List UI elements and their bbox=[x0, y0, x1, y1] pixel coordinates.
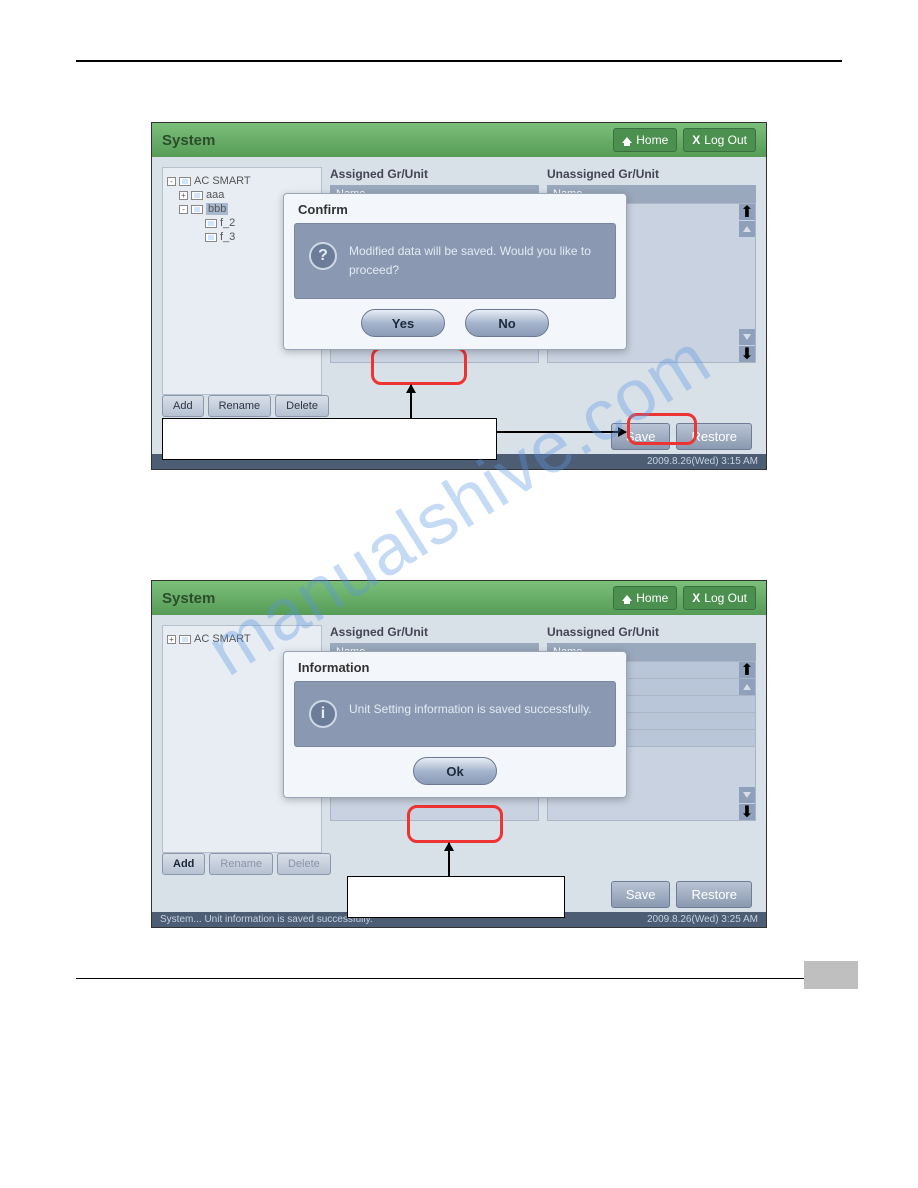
tree-node-bbb[interactable]: bbb bbox=[206, 203, 228, 215]
screenshot-information: System Home X Log Out + AC SMART Assigned … bbox=[151, 580, 767, 928]
home-label: Home bbox=[636, 591, 668, 605]
scroll-bottom-icon[interactable]: ⬇ bbox=[739, 804, 755, 820]
logout-label: Log Out bbox=[704, 133, 747, 147]
expand-icon[interactable]: + bbox=[167, 635, 176, 644]
scroll-down-icon[interactable] bbox=[739, 787, 755, 803]
home-icon bbox=[622, 595, 632, 601]
device-icon bbox=[205, 219, 217, 228]
callout-box bbox=[347, 876, 565, 918]
unassigned-heading: Unassigned Gr/Unit bbox=[547, 167, 756, 181]
dialog-title: Information bbox=[284, 652, 626, 681]
tree-root[interactable]: AC SMART bbox=[194, 175, 251, 187]
logout-button[interactable]: X Log Out bbox=[683, 128, 756, 152]
scroll-up-icon[interactable] bbox=[739, 221, 755, 237]
device-icon bbox=[191, 191, 203, 200]
expand-icon[interactable]: + bbox=[179, 191, 188, 200]
home-icon bbox=[622, 137, 632, 143]
ok-button[interactable]: Ok bbox=[413, 757, 497, 785]
delete-button[interactable]: Delete bbox=[277, 853, 331, 875]
scroll-up-icon[interactable] bbox=[739, 679, 755, 695]
dialog-message: Modified data will be saved. Would you l… bbox=[349, 242, 601, 280]
home-button[interactable]: Home bbox=[613, 128, 677, 152]
information-dialog: Information i Unit Setting information i… bbox=[283, 651, 627, 798]
arrow-right-icon bbox=[496, 431, 626, 433]
dialog-message: Unit Setting information is saved succes… bbox=[349, 700, 592, 719]
add-button[interactable]: Add bbox=[162, 853, 205, 875]
home-label: Home bbox=[636, 133, 668, 147]
device-icon bbox=[205, 233, 217, 242]
logout-label: Log Out bbox=[704, 591, 747, 605]
scroll-top-icon[interactable]: ⬆ bbox=[739, 662, 755, 678]
collapse-icon[interactable]: - bbox=[179, 205, 188, 214]
home-button[interactable]: Home bbox=[613, 586, 677, 610]
tree-node-aaa[interactable]: aaa bbox=[206, 189, 224, 201]
unassigned-heading: Unassigned Gr/Unit bbox=[547, 625, 756, 639]
window-header: System Home X Log Out bbox=[152, 123, 766, 157]
window-header: System Home X Log Out bbox=[152, 581, 766, 615]
collapse-icon[interactable]: - bbox=[167, 177, 176, 186]
device-icon bbox=[179, 177, 191, 186]
device-icon bbox=[179, 635, 191, 644]
status-message: System... Unit information is saved succ… bbox=[160, 914, 373, 925]
scroll-top-icon[interactable]: ⬆ bbox=[739, 204, 755, 220]
close-icon: X bbox=[692, 591, 700, 605]
tree-node-f2[interactable]: f_2 bbox=[220, 217, 235, 229]
tree-root[interactable]: AC SMART bbox=[194, 633, 251, 645]
save-button[interactable]: Save bbox=[611, 881, 671, 908]
assigned-heading: Assigned Gr/Unit bbox=[330, 625, 539, 639]
no-button[interactable]: No bbox=[465, 309, 549, 337]
callout-box-left bbox=[162, 418, 497, 460]
dialog-title: Confirm bbox=[284, 194, 626, 223]
screenshot-confirm: System Home X Log Out - AC SMART + aaa - bbb… bbox=[151, 122, 767, 470]
status-time: 2009.8.26(Wed) 3:25 AM bbox=[647, 914, 758, 925]
status-time: 2009.8.26(Wed) 3:15 AM bbox=[647, 456, 758, 467]
page-title: System bbox=[162, 132, 607, 149]
tree-node-f3[interactable]: f_3 bbox=[220, 231, 235, 243]
delete-button[interactable]: Delete bbox=[275, 395, 329, 417]
rename-button[interactable]: Rename bbox=[209, 853, 273, 875]
logout-button[interactable]: X Log Out bbox=[683, 586, 756, 610]
arrow-up-icon bbox=[448, 843, 450, 877]
yes-button[interactable]: Yes bbox=[361, 309, 445, 337]
info-icon: i bbox=[309, 700, 337, 728]
question-icon: ? bbox=[309, 242, 337, 270]
restore-button[interactable]: Restore bbox=[676, 423, 752, 450]
close-icon: X bbox=[692, 133, 700, 147]
add-button[interactable]: Add bbox=[162, 395, 204, 417]
confirm-dialog: Confirm ? Modified data will be saved. W… bbox=[283, 193, 627, 350]
scroll-bottom-icon[interactable]: ⬇ bbox=[739, 346, 755, 362]
page-number-box bbox=[804, 961, 858, 989]
scroll-down-icon[interactable] bbox=[739, 329, 755, 345]
assigned-heading: Assigned Gr/Unit bbox=[330, 167, 539, 181]
restore-button[interactable]: Restore bbox=[676, 881, 752, 908]
rename-button[interactable]: Rename bbox=[208, 395, 272, 417]
device-icon bbox=[191, 205, 203, 214]
page-title: System bbox=[162, 590, 607, 607]
arrow-up-icon bbox=[410, 385, 412, 419]
